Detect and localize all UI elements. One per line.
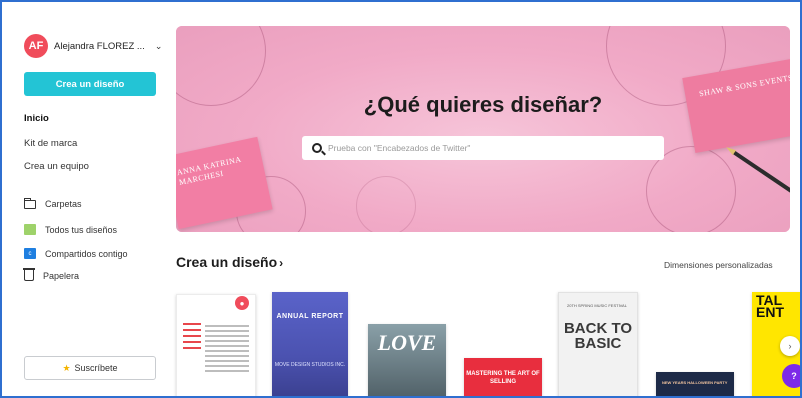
section-title: Crea un diseño — [176, 254, 278, 270]
sidebar-item-label: Todos tus diseños — [45, 224, 118, 235]
template-back-to-basic[interactable]: 20TH SPRING MUSIC FESTIVAL BACK TO BASIC — [558, 292, 638, 396]
badge-icon: ● — [235, 296, 249, 310]
template-mastering[interactable]: MASTERING THE ART OF SELLING — [464, 358, 542, 396]
template-annual-report[interactable]: ANNUAL REPORT MOVE DESIGN STUDIOS INC. — [272, 292, 348, 396]
designs-icon — [24, 224, 36, 235]
account-switcher[interactable]: AF Alejandra FLOREZ ... ⌄ — [24, 34, 162, 58]
chevron-down-icon[interactable]: ⌄ — [155, 41, 163, 52]
trash-icon — [22, 268, 35, 281]
report-subtitle: MOVE DESIGN STUDIOS INC. — [274, 362, 346, 368]
party-text: NEW YEARS HALLOWEEN PARTY — [662, 380, 728, 385]
back-title: BACK TO BASIC — [563, 320, 633, 352]
help-button[interactable]: ? — [782, 364, 800, 388]
hero-title: ¿Qué quieres diseñar? — [363, 92, 603, 117]
sidebar-item-label: Carpetas — [45, 199, 82, 209]
template-party[interactable]: NEW YEARS HALLOWEEN PARTY — [656, 372, 734, 396]
letter-heading-lines — [183, 323, 201, 353]
nav-create-team[interactable]: Crea un equipo — [24, 161, 89, 172]
talent-text: TAL ENT — [756, 292, 784, 320]
star-icon: ★ — [62, 362, 71, 373]
search-icon — [312, 143, 322, 153]
flower-decoration — [356, 176, 416, 232]
sidebar-item-label: Papelera — [43, 270, 80, 281]
subscribe-button[interactable]: ★ Suscríbete — [24, 356, 156, 380]
folder-icon — [23, 197, 36, 209]
chevron-right-icon[interactable]: › — [780, 336, 800, 356]
user-name[interactable]: Alejandra FLOREZ ... — [54, 41, 145, 52]
sidebar-item-trash[interactable]: Papelera — [22, 268, 80, 281]
letter-body-lines — [205, 325, 249, 375]
subscribe-label: Suscríbete — [74, 363, 118, 373]
chevron-right-icon: › — [279, 256, 284, 270]
love-text: LOVE — [377, 330, 437, 355]
search-input[interactable] — [328, 143, 648, 153]
report-title: ANNUAL REPORT — [276, 313, 344, 320]
nav-home[interactable]: Inicio — [24, 113, 49, 124]
sidebar-item-shared[interactable]: c Compartidos contigo — [24, 248, 128, 259]
section-create-design[interactable]: Crea un diseño › — [176, 254, 283, 270]
template-love[interactable]: LOVE — [368, 324, 446, 396]
nav-brand-kit[interactable]: Kit de marca — [24, 138, 77, 149]
app-window: AF Alejandra FLOREZ ... ⌄ Crea un diseño… — [0, 0, 802, 398]
back-header: 20TH SPRING MUSIC FESTIVAL — [567, 303, 627, 308]
create-design-button[interactable]: Crea un diseño — [24, 72, 156, 96]
mastering-text: MASTERING THE ART OF SELLING — [466, 371, 540, 385]
hero-banner: ANNA KATRINA MARCHESI SHAW & SONS EVENTS… — [176, 26, 790, 232]
custom-dimensions-link[interactable]: Dimensiones personalizadas — [664, 260, 773, 270]
sidebar-item-folders[interactable]: Carpetas — [23, 197, 82, 209]
shared-icon: c — [24, 248, 36, 259]
sidebar-item-all-designs[interactable]: Todos tus diseños — [24, 224, 117, 235]
search-bar[interactable] — [302, 136, 664, 160]
avatar[interactable]: AF — [24, 34, 48, 58]
card-left-text: ANNA KATRINA MARCHESI — [176, 154, 242, 187]
sidebar-item-label: Compartidos contigo — [45, 248, 128, 259]
